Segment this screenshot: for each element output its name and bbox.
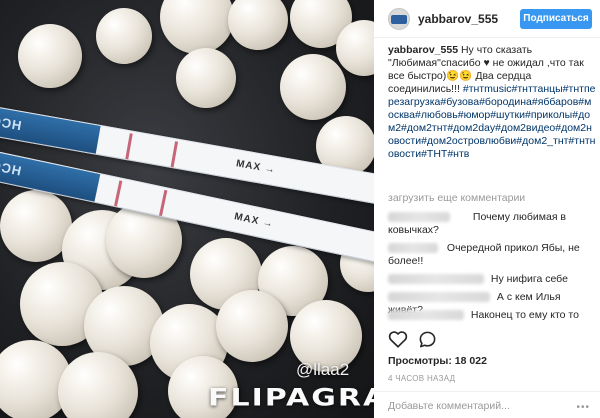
pearl <box>96 8 152 64</box>
post-caption: yabbarov_555 Ну что сказать "Любимая"спа… <box>388 44 596 161</box>
comment-author-blurred[interactable] <box>388 292 490 303</box>
heart-icon[interactable] <box>388 330 408 353</box>
pearl <box>216 290 288 362</box>
comment-author-blurred[interactable] <box>388 310 464 321</box>
watermark-brand: FLIPAGRAM <box>208 384 374 412</box>
follow-button[interactable]: Подписаться <box>520 9 592 29</box>
watermark-username: @llaa2 <box>296 360 350 379</box>
add-comment-bar: ••• <box>374 391 600 418</box>
comment-author-blurred[interactable] <box>388 274 484 285</box>
comment-author-blurred[interactable] <box>388 212 450 223</box>
test-label: HCG <box>0 112 23 134</box>
post-photo[interactable]: HCG MAX → HCG MAX → @llaa2 FLIPAGRAM <box>0 0 374 418</box>
pearl <box>280 54 346 120</box>
comment-bubble-icon[interactable] <box>418 330 437 354</box>
max-label: MAX → <box>233 211 275 231</box>
caption-username[interactable]: yabbarov_555 <box>388 44 458 56</box>
pearl <box>18 24 82 88</box>
strip-grip: HCG <box>0 105 101 154</box>
view-count: Просмотры: 18 022 <box>388 355 487 367</box>
test-label: HCG <box>0 157 23 179</box>
pearl <box>160 0 234 54</box>
comment-input[interactable] <box>388 398 578 414</box>
comment-author-blurred[interactable] <box>388 243 438 254</box>
more-options-icon[interactable]: ••• <box>576 402 590 413</box>
post-header: yabbarov_555 Подписаться <box>374 0 600 38</box>
comment-item: Наконец то ему кто то <box>388 309 598 322</box>
comment-text: Наконец то ему кто то <box>470 309 579 321</box>
load-more-comments-link[interactable]: загрузить еще комментарии <box>388 192 525 204</box>
max-label: MAX → <box>235 158 277 177</box>
post-side-panel: yabbarov_555 Подписаться yabbarov_555 Ну… <box>374 0 600 418</box>
control-line <box>159 189 168 216</box>
pearl <box>176 48 236 108</box>
header-username[interactable]: yabbarov_555 <box>418 12 498 26</box>
comment-item: Очередной прикол Ябы, не более!! <box>388 242 598 268</box>
pearl <box>228 0 288 50</box>
comment-text: Ну нифига себе <box>490 273 568 285</box>
comment-item: Почему любимая в ковычках? <box>388 211 598 237</box>
result-line <box>114 180 123 207</box>
avatar-image <box>391 15 407 24</box>
post-timestamp[interactable]: 4 ЧАСОВ НАЗАД <box>388 374 455 383</box>
control-line <box>170 141 179 168</box>
avatar[interactable] <box>388 8 410 30</box>
comment-item: Ну нифига себе <box>388 273 598 286</box>
result-line <box>125 133 133 160</box>
